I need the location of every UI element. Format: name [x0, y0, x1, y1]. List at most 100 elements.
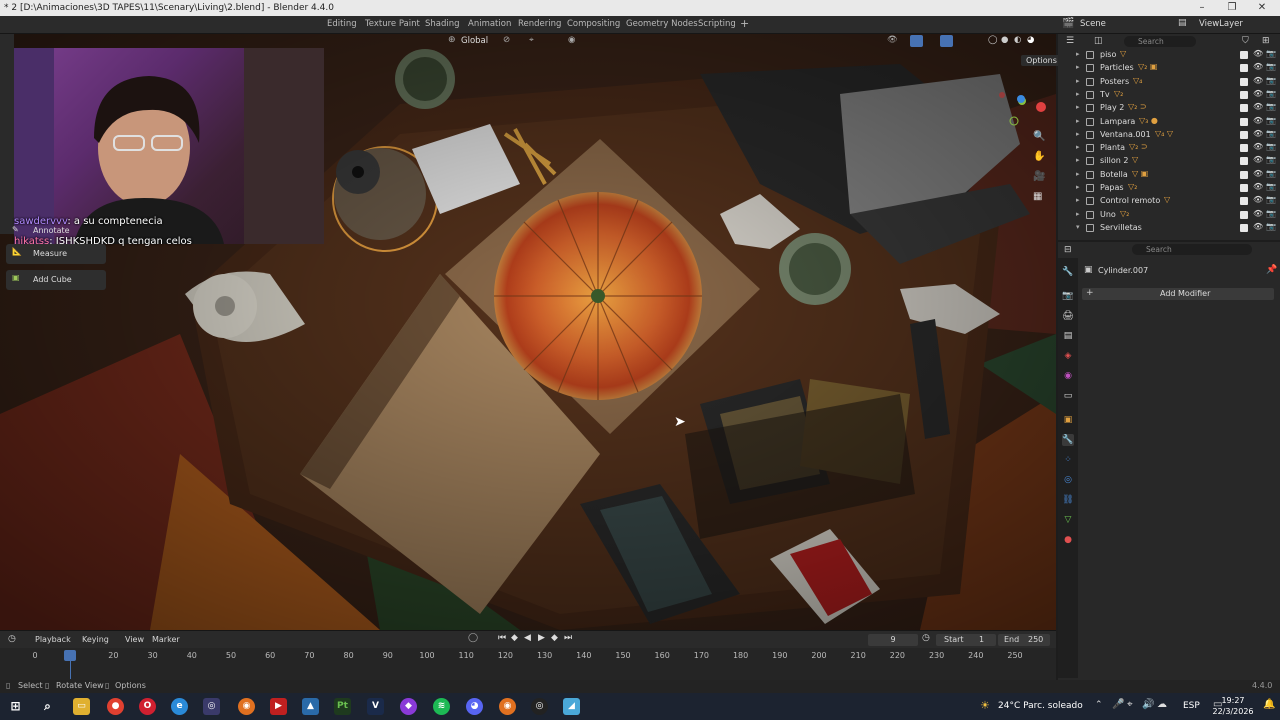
- filter-icon[interactable]: ⛉: [1242, 36, 1249, 46]
- render-camera-icon[interactable]: 📷: [1266, 102, 1276, 111]
- expand-arrow-icon[interactable]: ▸: [1076, 196, 1080, 204]
- wireframe-shading-icon[interactable]: ◯: [988, 35, 998, 45]
- object-name[interactable]: Cylinder.007: [1098, 266, 1148, 275]
- render-tab-icon[interactable]: 📷: [1062, 290, 1074, 302]
- jump-start-icon[interactable]: ⏮: [498, 633, 506, 643]
- clock-date[interactable]: 22/3/2026: [1203, 707, 1263, 716]
- location-icon[interactable]: ⌖: [1127, 699, 1133, 710]
- exclude-checkbox[interactable]: [1240, 104, 1248, 113]
- outliner-item[interactable]: ▸ Control remoto ▽ 👁 📷: [1058, 195, 1280, 208]
- file-explorer-icon[interactable]: ▭: [73, 698, 90, 715]
- visibility-eye-icon[interactable]: 👁: [1253, 116, 1263, 125]
- next-keyframe-icon[interactable]: ◆: [551, 633, 558, 643]
- data-tab-icon[interactable]: ▽: [1062, 514, 1074, 526]
- zoom-icon[interactable]: 🔍: [1033, 131, 1045, 142]
- outliner-item[interactable]: ▸ Particles ▽₂ ▣ 👁 📷: [1058, 62, 1280, 75]
- render-camera-icon[interactable]: 📷: [1266, 169, 1276, 178]
- tab-rendering[interactable]: Rendering: [518, 19, 561, 29]
- annotate-tool[interactable]: ✎ Annotate: [6, 222, 106, 242]
- app2-icon[interactable]: ◢: [563, 698, 580, 715]
- tab-geometry-nodes[interactable]: Geometry Nodes: [626, 19, 698, 29]
- exclude-checkbox[interactable]: [1240, 77, 1248, 86]
- outliner-item[interactable]: ▸ Play 2 ▽₂ ⊃ 👁 📷: [1058, 102, 1280, 115]
- visibility-eye-icon[interactable]: 👁: [1253, 129, 1263, 138]
- proportional-edit-icon[interactable]: ◉: [568, 35, 575, 45]
- physics-tab-icon[interactable]: ◎: [1062, 474, 1074, 486]
- properties-editor-icon[interactable]: ⊟: [1064, 245, 1072, 255]
- render-camera-icon[interactable]: 📷: [1266, 89, 1276, 98]
- object-tab-icon[interactable]: ▣: [1062, 414, 1074, 426]
- modifier-tab-icon[interactable]: 🔧: [1062, 434, 1074, 446]
- overlay-toggle[interactable]: [940, 35, 953, 47]
- visibility-eye-icon[interactable]: 👁: [1253, 222, 1263, 231]
- expand-arrow-icon[interactable]: ▸: [1076, 143, 1080, 151]
- obs-like-icon[interactable]: ▶: [270, 698, 287, 715]
- photos-icon[interactable]: ▲: [302, 698, 319, 715]
- expand-arrow-icon[interactable]: ▸: [1076, 90, 1080, 98]
- weather-text[interactable]: 24°C Parc. soleado: [998, 701, 1083, 711]
- start-frame-field[interactable]: Start 1: [936, 634, 996, 646]
- visibility-icon[interactable]: 👁: [887, 35, 898, 45]
- exclude-checkbox[interactable]: [1240, 64, 1248, 73]
- visibility-eye-icon[interactable]: 👁: [1253, 169, 1263, 178]
- search-icon[interactable]: ⌕: [39, 698, 56, 715]
- tab-scripting[interactable]: Scripting: [698, 19, 736, 29]
- visibility-eye-icon[interactable]: 👁: [1253, 102, 1263, 111]
- visibility-eye-icon[interactable]: 👁: [1253, 182, 1263, 191]
- pivot-icon[interactable]: ⊘: [503, 35, 510, 45]
- maximize-button[interactable]: ❐: [1218, 0, 1246, 16]
- marker-menu[interactable]: Marker: [152, 635, 180, 644]
- timeline-editor-icon[interactable]: ◷: [8, 634, 16, 644]
- transform-orientation-dropdown[interactable]: Global: [461, 36, 488, 46]
- record-icon[interactable]: ◯: [468, 633, 478, 643]
- measure-tool[interactable]: 📐 Measure: [6, 244, 106, 264]
- blender-running-icon[interactable]: ◉: [499, 698, 516, 715]
- render-camera-icon[interactable]: 📷: [1266, 142, 1276, 151]
- app-icon[interactable]: ◎: [203, 698, 220, 715]
- outliner-item[interactable]: ▸ Tv ▽₂ 👁 📷: [1058, 89, 1280, 102]
- solid-shading-icon[interactable]: ●: [1001, 35, 1008, 45]
- exclude-checkbox[interactable]: [1240, 223, 1248, 232]
- properties-search[interactable]: Search: [1132, 244, 1252, 255]
- expand-arrow-icon[interactable]: ▸: [1076, 50, 1080, 58]
- expand-arrow-icon[interactable]: ▸: [1076, 210, 1080, 218]
- play-icon[interactable]: ▶: [538, 633, 545, 643]
- add-workspace-button[interactable]: +: [740, 17, 749, 30]
- outliner-editor-icon[interactable]: ☰: [1066, 36, 1074, 46]
- exclude-checkbox[interactable]: [1240, 197, 1248, 206]
- outliner-item[interactable]: ▸ Lampara ▽₃ ● 👁 📷: [1058, 116, 1280, 129]
- exclude-checkbox[interactable]: [1240, 51, 1248, 59]
- visibility-eye-icon[interactable]: 👁: [1253, 195, 1263, 204]
- expand-arrow-icon[interactable]: ▸: [1076, 63, 1080, 71]
- discord-icon[interactable]: ◕: [466, 698, 483, 715]
- material-shading-icon[interactable]: ◐: [1014, 35, 1021, 45]
- perspective-toggle-icon[interactable]: ▦: [1033, 191, 1042, 202]
- outliner-item[interactable]: ▸ Posters ▽₄ 👁 📷: [1058, 76, 1280, 89]
- constraints-tab-icon[interactable]: ⛓: [1062, 494, 1074, 506]
- exclude-checkbox[interactable]: [1240, 130, 1248, 139]
- exclude-checkbox[interactable]: [1240, 90, 1248, 99]
- particles-tab-icon[interactable]: ⁘: [1062, 454, 1074, 466]
- material-tab-icon[interactable]: ●: [1062, 534, 1074, 546]
- output-tab-icon[interactable]: 🖨: [1062, 310, 1074, 322]
- expand-arrow-icon[interactable]: ▸: [1076, 170, 1080, 178]
- tool-tab-icon[interactable]: 🔧: [1062, 266, 1074, 278]
- exclude-checkbox[interactable]: [1240, 210, 1248, 219]
- outliner-item[interactable]: ▸ Botella ▽ ▣ 👁 📷: [1058, 169, 1280, 182]
- outliner-item[interactable]: ▾ Servilletas 👁 📷: [1058, 222, 1280, 235]
- notification-icon[interactable]: 🔔: [1263, 699, 1275, 710]
- volume-icon[interactable]: 🔊: [1142, 699, 1154, 710]
- outliner-item[interactable]: ▸ Planta ▽₂ ⊃ 👁 📷: [1058, 142, 1280, 155]
- display-mode-icon[interactable]: ◫: [1094, 36, 1103, 46]
- outliner-item[interactable]: ▸ sillon 2 ▽ 👁 📷: [1058, 155, 1280, 168]
- expand-arrow-icon[interactable]: ▾: [1076, 223, 1080, 231]
- blender-icon[interactable]: ◉: [238, 698, 255, 715]
- expand-arrow-icon[interactable]: ▸: [1076, 130, 1080, 138]
- tray-expand-icon[interactable]: ⌃: [1095, 700, 1103, 710]
- playback-menu[interactable]: Playback: [35, 635, 71, 644]
- mic-icon[interactable]: 🎤: [1112, 699, 1124, 710]
- render-camera-icon[interactable]: 📷: [1266, 76, 1276, 85]
- world-tab-icon[interactable]: ◉: [1062, 370, 1074, 382]
- outliner-item[interactable]: ▸ piso ▽ 👁 📷: [1058, 49, 1280, 62]
- options-dropdown[interactable]: Options: [1021, 55, 1062, 66]
